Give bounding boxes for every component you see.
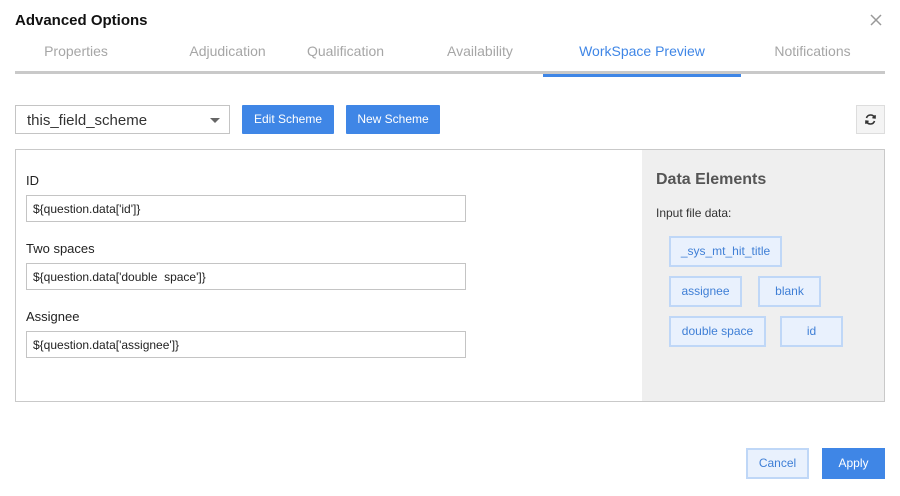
- cancel-button[interactable]: Cancel: [746, 448, 809, 479]
- field-label-id: ID: [26, 173, 39, 188]
- tab-qualification[interactable]: Qualification: [278, 37, 413, 74]
- dialog-title: Advanced Options: [15, 12, 148, 29]
- scheme-select-value: this_field_scheme: [27, 112, 148, 129]
- field-label-two-spaces: Two spaces: [26, 241, 95, 256]
- workspace-preview-panel: ID ${question.data['id']} Two spaces ${q…: [15, 149, 885, 402]
- data-elements-panel: Data Elements Input file data: _sys_mt_h…: [642, 150, 884, 401]
- tab-workspace-preview[interactable]: WorkSpace Preview: [543, 37, 741, 77]
- preview-form: ID ${question.data['id']} Two spaces ${q…: [16, 150, 642, 401]
- data-element-chip[interactable]: double space: [669, 316, 766, 347]
- data-element-chip[interactable]: assignee: [669, 276, 742, 307]
- refresh-button[interactable]: [856, 105, 885, 134]
- data-elements-subtitle: Input file data:: [656, 206, 732, 220]
- assignee-field[interactable]: ${question.data['assignee']}: [26, 331, 466, 358]
- chevron-down-icon: [210, 118, 220, 123]
- data-elements-title: Data Elements: [656, 171, 767, 188]
- tab-bar: Properties Adjudication Qualification Av…: [15, 37, 885, 77]
- apply-button[interactable]: Apply: [822, 448, 885, 479]
- tab-notifications[interactable]: Notifications: [750, 37, 875, 74]
- edit-scheme-button[interactable]: Edit Scheme: [242, 105, 334, 134]
- tab-availability[interactable]: Availability: [415, 37, 545, 74]
- refresh-icon: [865, 114, 876, 125]
- data-element-chip[interactable]: blank: [758, 276, 821, 307]
- field-label-assignee: Assignee: [26, 309, 80, 324]
- new-scheme-button[interactable]: New Scheme: [346, 105, 440, 134]
- data-element-chip[interactable]: id: [780, 316, 843, 347]
- two-spaces-field[interactable]: ${question.data['double space']}: [26, 263, 466, 290]
- close-icon[interactable]: [867, 11, 885, 29]
- scheme-select[interactable]: this_field_scheme: [15, 105, 230, 134]
- data-element-chip[interactable]: _sys_mt_hit_title: [669, 236, 782, 267]
- id-field[interactable]: ${question.data['id']}: [26, 195, 466, 222]
- tab-properties[interactable]: Properties: [15, 37, 137, 74]
